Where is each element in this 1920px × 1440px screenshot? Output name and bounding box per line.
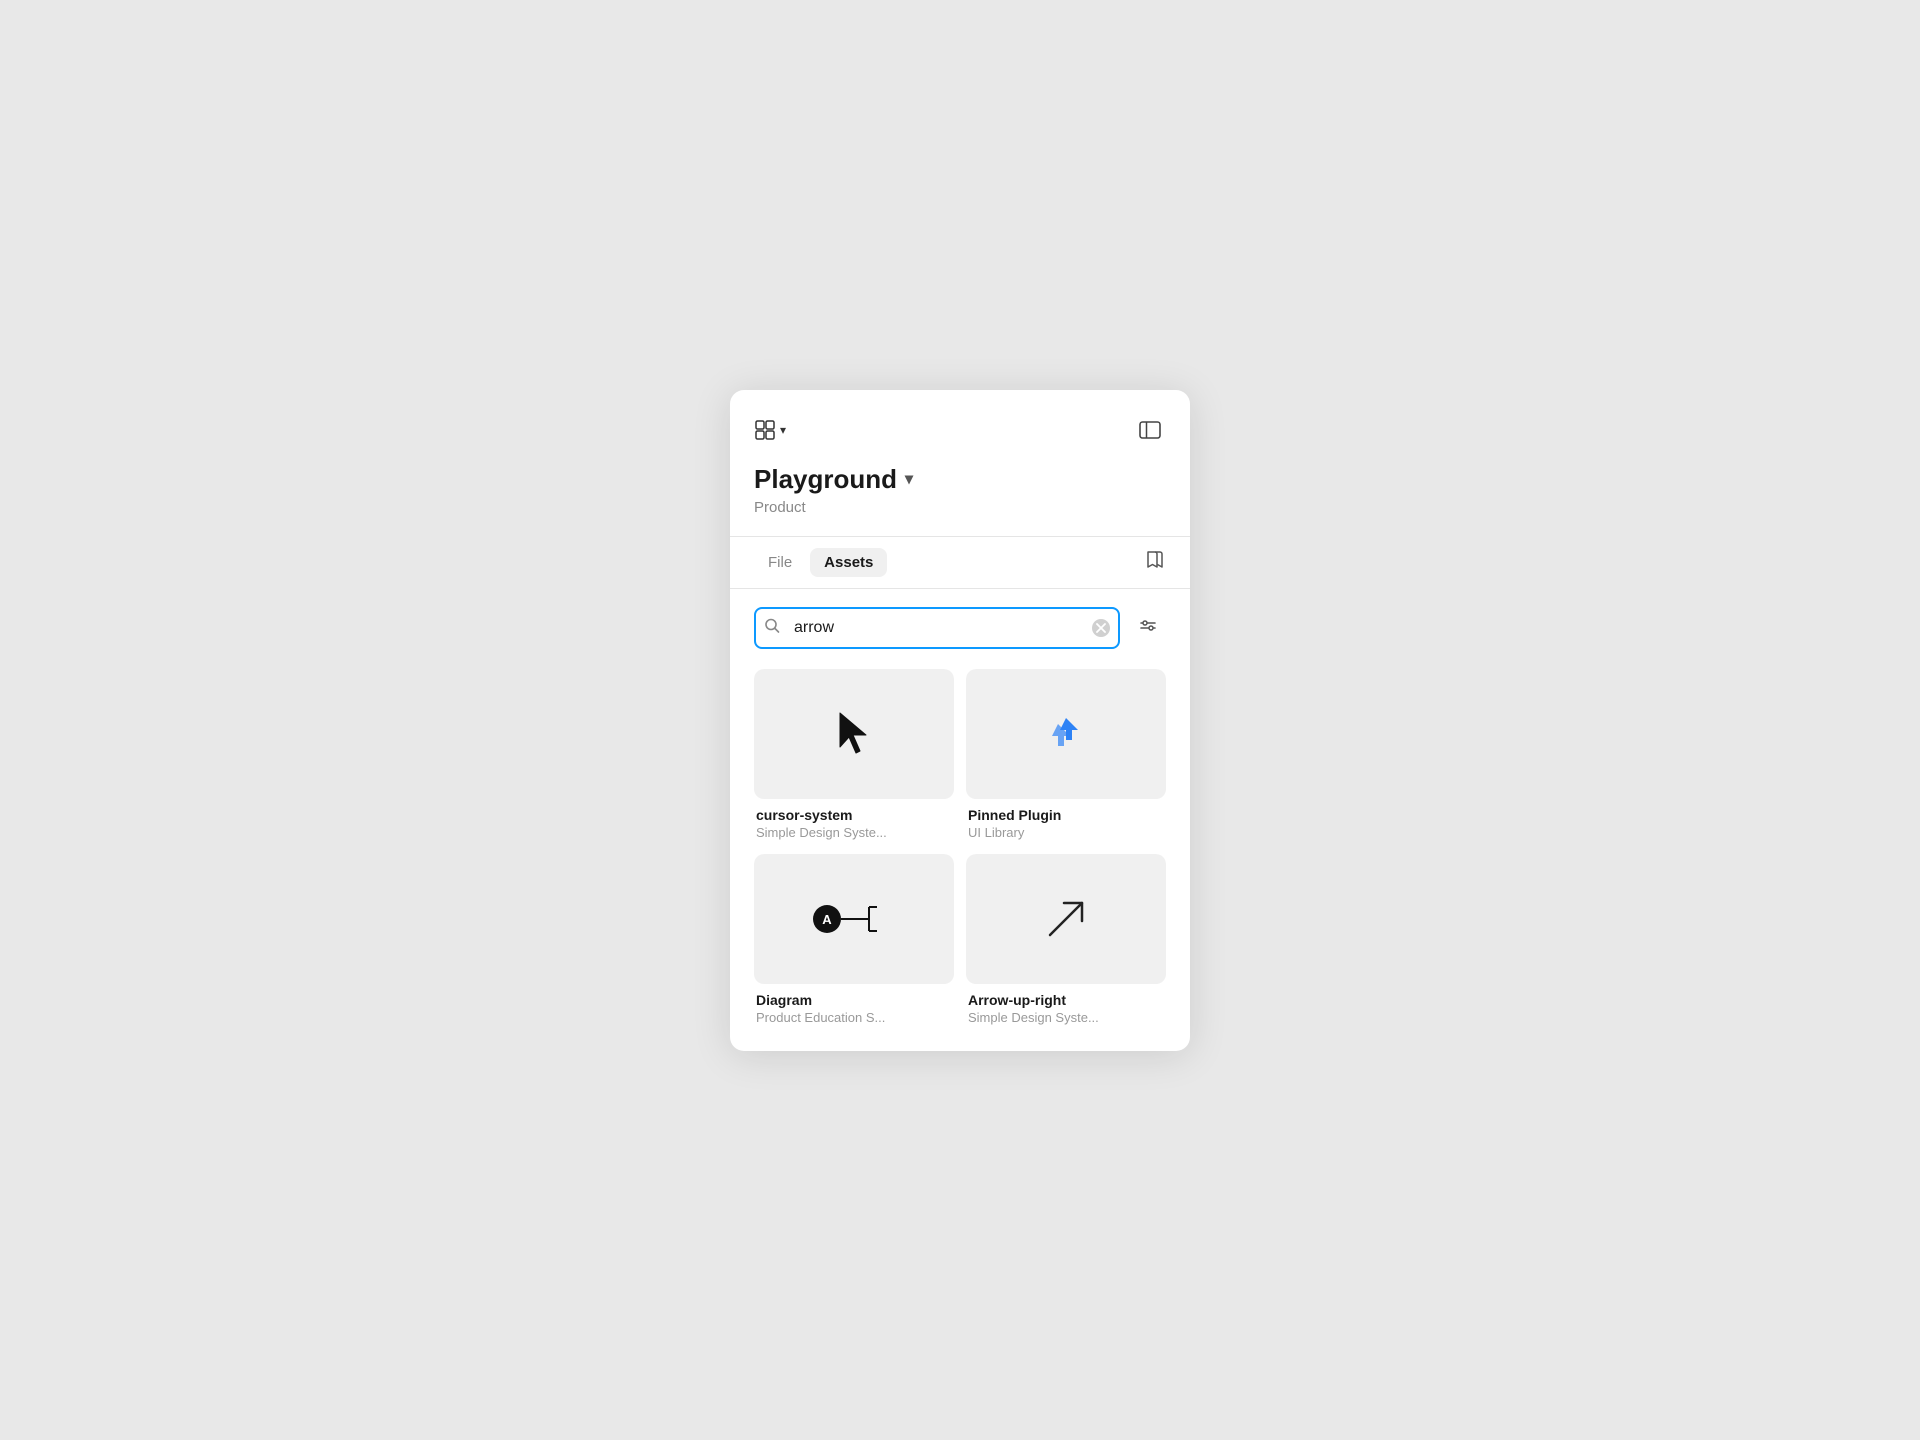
figma-icon [754, 419, 776, 441]
asset-name-diagram: Diagram [756, 992, 952, 1008]
book-icon[interactable] [1144, 549, 1166, 576]
asset-card-arrow-up-right[interactable]: Arrow-up-right Simple Design Syste... [966, 854, 1166, 1027]
header-top: ▾ [754, 414, 1166, 446]
asset-info-arrow: Arrow-up-right Simple Design Syste... [966, 984, 1166, 1027]
figma-menu-chevron: ▾ [780, 423, 786, 437]
asset-info-diagram: Diagram Product Education S... [754, 984, 954, 1027]
asset-source-arrow: Simple Design Syste... [968, 1010, 1164, 1025]
asset-card-diagram[interactable]: A Diagram Product Education S... [754, 854, 954, 1027]
project-title[interactable]: Playground ▾ [754, 464, 1166, 495]
diagram-icon: A [799, 889, 909, 949]
search-input[interactable] [754, 607, 1120, 649]
asset-card-cursor-system[interactable]: cursor-system Simple Design Syste... [754, 669, 954, 842]
sidebar-icon [1139, 421, 1161, 439]
tab-file[interactable]: File [754, 548, 806, 577]
tabs-bar: File Assets [730, 537, 1190, 589]
arrow-up-right-icon [1036, 889, 1096, 949]
asset-name-arrow: Arrow-up-right [968, 992, 1164, 1008]
search-section [730, 589, 1190, 661]
asset-info-cursor: cursor-system Simple Design Syste... [754, 799, 954, 842]
asset-source-diagram: Product Education S... [756, 1010, 952, 1025]
asset-preview-diagram: A [754, 854, 954, 984]
sidebar-toggle-button[interactable] [1134, 414, 1166, 446]
cursor-icon [834, 709, 874, 759]
svg-text:A: A [822, 912, 832, 927]
project-subtitle: Product [754, 499, 1166, 516]
project-title-chevron: ▾ [905, 469, 913, 489]
filter-button[interactable] [1130, 610, 1166, 646]
tabs: File Assets [754, 548, 887, 577]
project-title-text: Playground [754, 464, 897, 495]
asset-preview-cursor [754, 669, 954, 799]
asset-preview-jira [966, 669, 1166, 799]
asset-info-pinned: Pinned Plugin UI Library [966, 799, 1166, 842]
asset-source-pinned: UI Library [968, 825, 1164, 840]
jira-icon [1044, 712, 1088, 756]
asset-card-pinned-plugin[interactable]: Pinned Plugin UI Library [966, 669, 1166, 842]
app-window: ▾ Playground ▾ Product File Assets [730, 390, 1190, 1051]
asset-name-pinned: Pinned Plugin [968, 807, 1164, 823]
asset-source-cursor: Simple Design Syste... [756, 825, 952, 840]
asset-preview-arrow [966, 854, 1166, 984]
tab-assets[interactable]: Assets [810, 548, 887, 577]
assets-grid: cursor-system Simple Design Syste... Pin… [730, 661, 1190, 1051]
search-container [754, 607, 1120, 649]
header: ▾ Playground ▾ Product [730, 390, 1190, 537]
asset-name-cursor: cursor-system [756, 807, 952, 823]
clear-search-button[interactable] [1092, 619, 1110, 637]
figma-logo-button[interactable]: ▾ [754, 419, 786, 441]
